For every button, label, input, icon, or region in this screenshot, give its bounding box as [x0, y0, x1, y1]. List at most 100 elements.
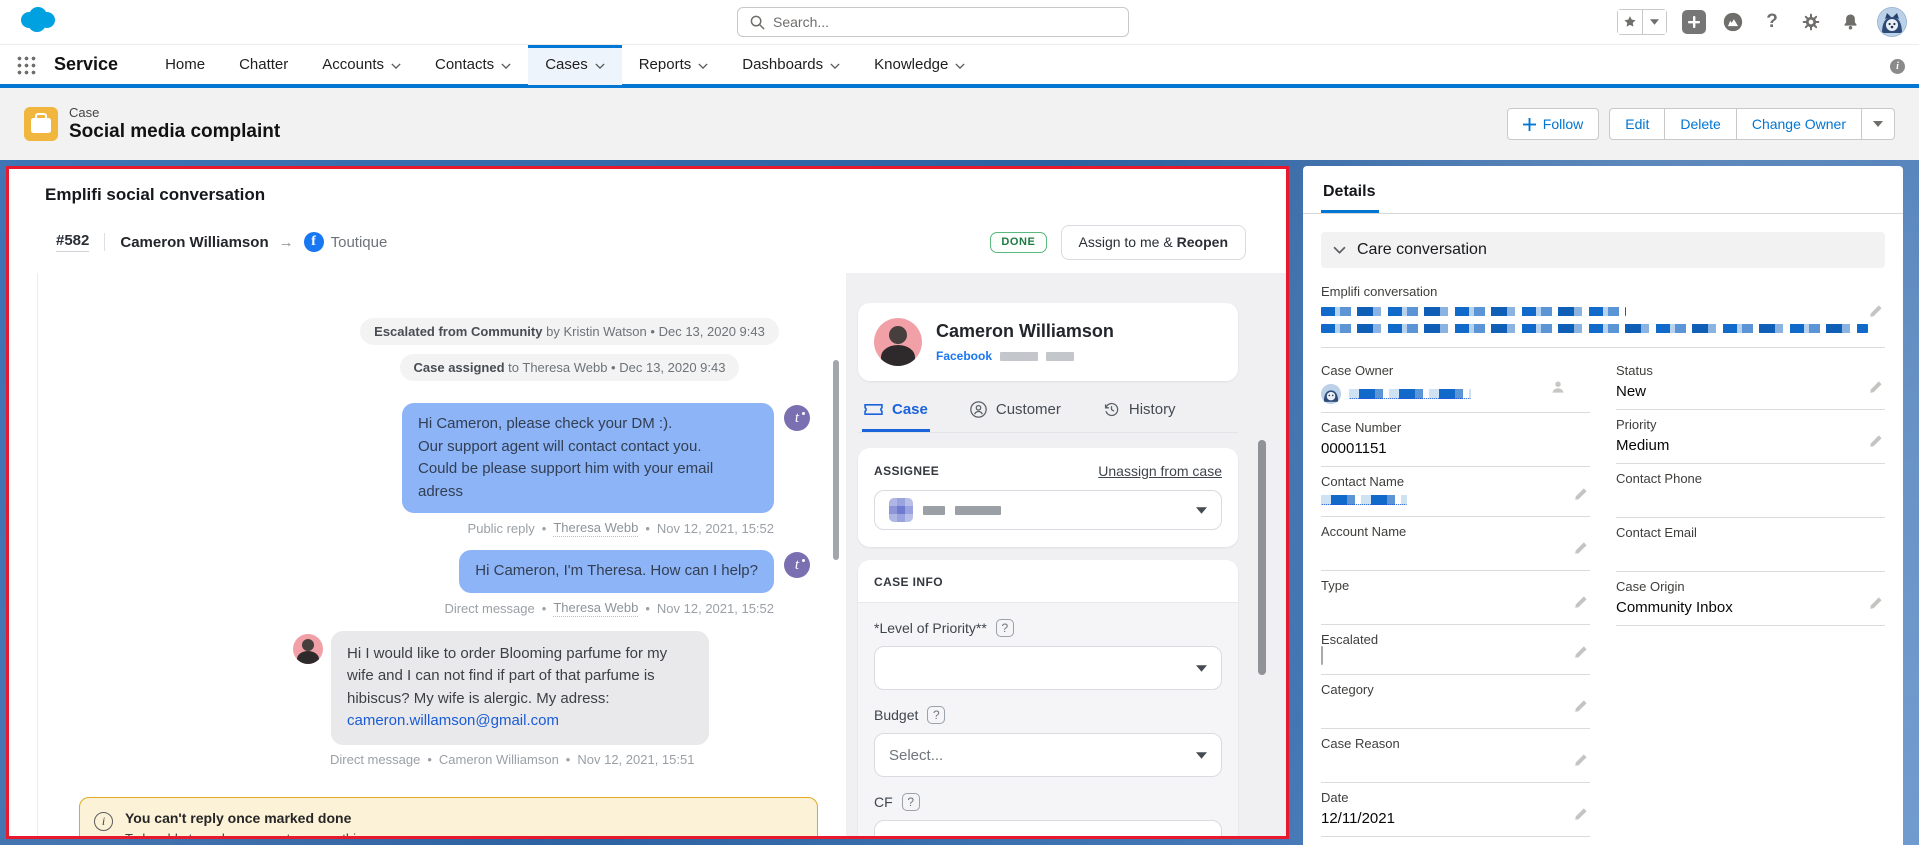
care-conversation-section-header[interactable]: Care conversation [1321, 232, 1885, 268]
help-icon[interactable]: ? [902, 793, 920, 811]
agent-message: Hi Cameron, please check your DM :). Our… [293, 403, 810, 513]
customer-card: Cameron Williamson Facebook [858, 303, 1238, 381]
field-category: Category [1321, 675, 1590, 729]
nav-tab-knowledge[interactable]: Knowledge [857, 45, 982, 85]
edit-pencil-icon[interactable] [1869, 304, 1883, 323]
plus-icon [1687, 15, 1701, 29]
delete-button[interactable]: Delete [1665, 108, 1736, 140]
change-owner-button[interactable]: Change Owner [1737, 108, 1862, 140]
edit-pencil-icon[interactable] [1574, 753, 1588, 772]
field-label-row: CF ? [874, 793, 1222, 811]
customer-avatar [293, 634, 323, 664]
help-icon[interactable]: ? [927, 706, 945, 724]
setup-button[interactable] [1799, 10, 1823, 34]
assignee-select[interactable] [874, 490, 1222, 530]
escalated-checkbox[interactable] [1321, 646, 1323, 665]
contact-name-redacted-link[interactable] [1321, 495, 1407, 505]
emplifi-widget: Emplifi social conversation #582 Cameron… [6, 166, 1289, 839]
level-of-priority-select[interactable] [874, 646, 1222, 690]
edit-pencil-icon[interactable] [1869, 596, 1883, 615]
field-label: *Level of Priority** [874, 620, 987, 636]
help-icon[interactable]: ? [996, 619, 1014, 637]
notifications-button[interactable] [1838, 10, 1862, 34]
nav-tab-home[interactable]: Home [148, 45, 222, 85]
nav-tab-cases[interactable]: Cases [528, 45, 622, 85]
app-launcher-button[interactable] [16, 55, 36, 75]
gear-icon [1801, 12, 1821, 32]
nav-tab-label: Contacts [435, 56, 494, 73]
salesforce-logo[interactable] [16, 4, 60, 41]
field-value: Community Inbox [1616, 599, 1861, 617]
record-action-group: Edit Delete Change Owner [1609, 108, 1895, 140]
nav-tab-contacts[interactable]: Contacts [418, 45, 528, 85]
message-bubble: Hi I would like to order Blooming parfum… [331, 631, 709, 745]
notice-title: You can't reply once marked done [125, 810, 397, 826]
tab-label: History [1129, 401, 1176, 418]
conversation-id-link[interactable]: #582 [56, 232, 89, 252]
message-author-link[interactable]: Theresa Webb [553, 600, 638, 617]
edit-pencil-icon[interactable] [1869, 380, 1883, 399]
record-titles: Case Social media complaint [69, 105, 280, 143]
edit-pencil-icon[interactable] [1574, 541, 1588, 560]
field-label: Case Number [1321, 420, 1566, 435]
edit-pencil-icon[interactable] [1574, 487, 1588, 506]
favorites-menu-button[interactable] [1642, 10, 1666, 34]
help-button[interactable]: ? [1760, 10, 1784, 34]
tab-case[interactable]: Case [862, 397, 930, 432]
bullet: • [542, 601, 547, 616]
nav-tab-reports[interactable]: Reports [622, 45, 726, 85]
nav-tab-dashboards[interactable]: Dashboards [725, 45, 857, 85]
side-panel-tabs: Case Customer History [858, 397, 1238, 433]
favorites-star-button[interactable] [1618, 10, 1642, 34]
redacted-text [955, 506, 1001, 515]
chevron-down-icon [698, 63, 708, 69]
assign-reopen-button[interactable]: Assign to me &Reopen [1061, 225, 1247, 260]
cf-select[interactable]: Select... [874, 820, 1222, 839]
edit-button[interactable]: Edit [1609, 108, 1665, 140]
tab-details[interactable]: Details [1321, 183, 1379, 213]
field-emplifi-conversation: Emplifi conversation [1321, 284, 1885, 348]
nav-tab-accounts[interactable]: Accounts [305, 45, 418, 85]
nav-tab-chatter[interactable]: Chatter [222, 45, 305, 85]
edit-pencil-icon[interactable] [1869, 434, 1883, 453]
chevron-down-icon [1650, 19, 1659, 25]
message-type: Direct message [330, 752, 420, 767]
page-title: Social media complaint [69, 121, 280, 143]
history-clock-icon [1103, 401, 1120, 418]
side-panel-scrollbar[interactable] [1258, 440, 1266, 675]
follow-button[interactable]: Follow [1507, 108, 1599, 140]
info-icon: i [94, 812, 113, 831]
budget-select[interactable]: Select... [874, 733, 1222, 777]
salesforce-cloud-icon [16, 4, 60, 36]
case-info-body: *Level of Priority** ? Budget ? Sele [858, 603, 1238, 839]
chat-scrollbar[interactable] [833, 360, 839, 560]
customer-email-link[interactable]: cameron.willamson@gmail.com [347, 710, 559, 733]
edit-pencil-icon[interactable] [1574, 807, 1588, 826]
edit-pencil-icon[interactable] [1574, 699, 1588, 718]
change-owner-icon[interactable] [1550, 379, 1566, 400]
quick-create-button[interactable] [1682, 10, 1706, 34]
assignee-card: ASSIGNEE Unassign from case [858, 448, 1238, 547]
message-list: Escalated from Community by Kristin Wats… [38, 318, 846, 767]
assignee-label: ASSIGNEE [874, 464, 939, 478]
guidance-center-button[interactable] [1721, 10, 1745, 34]
edit-pencil-icon[interactable] [1574, 645, 1588, 664]
nav-tab-label: Accounts [322, 56, 384, 73]
owner-name-redacted-link[interactable] [1349, 389, 1471, 399]
chat-column: Escalated from Community by Kristin Wats… [37, 273, 846, 836]
case-info-title: CASE INFO [858, 560, 1238, 603]
global-search-input[interactable]: Search... [737, 7, 1129, 37]
info-icon[interactable]: i [1890, 59, 1905, 74]
edit-pencil-icon[interactable] [1574, 595, 1588, 614]
tab-customer[interactable]: Customer [968, 397, 1063, 432]
message-author-link[interactable]: Theresa Webb [553, 520, 638, 537]
tab-history[interactable]: History [1101, 397, 1178, 432]
more-actions-button[interactable] [1862, 108, 1895, 140]
nav-tab-label: Cases [545, 56, 588, 73]
unassign-link[interactable]: Unassign from case [1098, 463, 1222, 479]
user-avatar[interactable] [1877, 7, 1907, 37]
conversation-channel-name: Toutique [331, 234, 388, 251]
ticket-icon [864, 402, 883, 417]
chevron-down-icon [1196, 665, 1207, 672]
reply-locked-notice: i You can't reply once marked done To be… [79, 797, 818, 837]
